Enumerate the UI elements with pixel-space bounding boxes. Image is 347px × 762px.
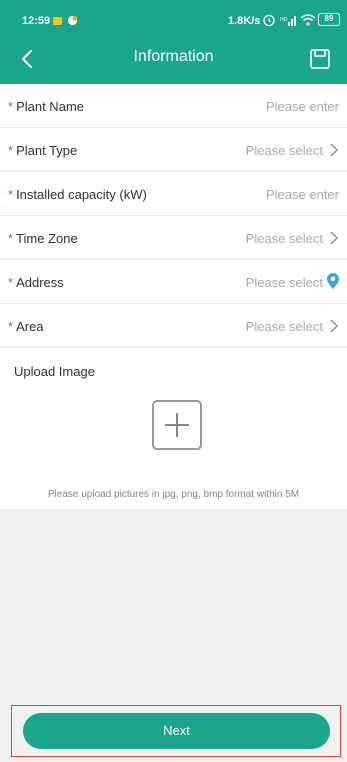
required-marker: * (8, 187, 14, 202)
field-label: * Address (8, 275, 64, 290)
save-icon[interactable] (307, 46, 333, 72)
page-title: Information (133, 48, 214, 65)
upload-image-button[interactable] (152, 400, 202, 450)
address-select[interactable]: Please select (246, 275, 323, 290)
upload-image-label: Upload Image (14, 364, 95, 379)
location-pin-icon[interactable] (327, 273, 339, 289)
field-installed-capacity[interactable]: * Installed capacity (kW) Please enter (0, 172, 347, 216)
app-header: 12:59 1.8K/s HD 89 Information (0, 0, 347, 84)
plant-info-form: * Plant Name Please enter * Plant Type Ple… (0, 84, 347, 509)
field-label: * Plant Name (8, 99, 84, 114)
network-speed: 1.8K/s (228, 15, 261, 27)
plus-icon (165, 413, 189, 437)
field-label: * Plant Type (8, 143, 78, 158)
plant-name-input[interactable]: Please enter (266, 99, 339, 114)
message-notification-icon (53, 17, 62, 25)
chevron-right-icon (330, 319, 338, 333)
required-marker: * (8, 99, 14, 114)
wifi-icon (300, 14, 316, 26)
signal-icon: HD (280, 16, 296, 26)
field-area[interactable]: * Area Please select (0, 304, 347, 348)
required-marker: * (8, 231, 14, 246)
upload-hint: Please upload pictures in jpg, png, bmp … (47, 489, 300, 500)
time-zone-select[interactable]: Please select (246, 231, 323, 246)
area-select[interactable]: Please select (246, 319, 323, 334)
status-time: 12:59 (22, 15, 51, 27)
field-plant-name[interactable]: * Plant Name Please enter (0, 84, 347, 128)
field-address[interactable]: * Address Please select (0, 260, 347, 304)
alarm-icon (263, 14, 275, 27)
plant-type-select[interactable]: Please select (246, 143, 323, 158)
field-label: * Installed capacity (kW) (8, 187, 147, 202)
field-label: * Area (8, 319, 44, 334)
battery-icon: 89 (318, 13, 340, 26)
field-time-zone[interactable]: * Time Zone Please select (0, 216, 347, 260)
installed-capacity-input[interactable]: Please enter (266, 187, 339, 202)
chevron-right-icon (330, 143, 338, 157)
status-bar: 12:59 1.8K/s HD 89 (0, 0, 347, 38)
field-plant-type[interactable]: * Plant Type Please select (0, 128, 347, 172)
required-marker: * (8, 275, 14, 290)
next-button[interactable]: Next (23, 713, 330, 749)
required-marker: * (8, 319, 14, 334)
required-marker: * (8, 143, 14, 158)
chevron-right-icon (330, 231, 338, 245)
field-label: * Time Zone (8, 231, 78, 246)
svg-text:HD: HD (280, 17, 288, 23)
weather-notification-icon (67, 15, 78, 26)
